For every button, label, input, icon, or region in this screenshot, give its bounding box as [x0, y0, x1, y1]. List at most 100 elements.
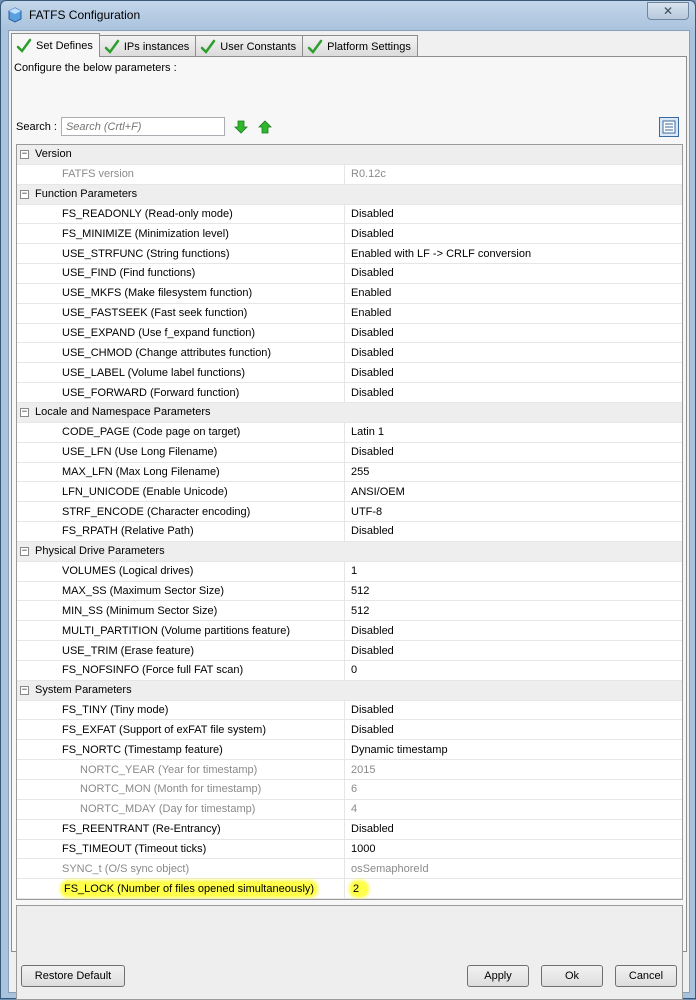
parameter-value[interactable]: 512: [344, 581, 369, 601]
parameter-row[interactable]: USE_FASTSEEK (Fast seek function) Enabled: [17, 303, 682, 324]
parameter-value[interactable]: Disabled: [344, 621, 394, 641]
collapse-icon[interactable]: −: [20, 546, 29, 556]
parameter-name-text: FS_EXFAT (Support of exFAT file system): [62, 723, 266, 736]
parameter-row[interactable]: NORTC_MON (Month for timestamp) 6: [17, 780, 682, 800]
parameter-value[interactable]: Disabled: [344, 343, 394, 363]
tab-ips-instances[interactable]: IPs instances: [98, 35, 197, 57]
parameter-row[interactable]: NORTC_YEAR (Year for timestamp) 2015: [17, 760, 682, 780]
group-row[interactable]: − System Parameters: [17, 680, 682, 701]
parameter-row[interactable]: USE_TRIM (Erase feature) Disabled: [17, 641, 682, 661]
parameter-value[interactable]: 1: [344, 561, 357, 581]
parameter-row[interactable]: USE_FORWARD (Forward function) Disabled: [17, 383, 682, 403]
parameter-row[interactable]: FS_LOCK (Number of files opened simultan…: [17, 879, 682, 899]
apply-button[interactable]: Apply: [467, 965, 529, 987]
restore-default-button[interactable]: Restore Default: [21, 965, 125, 987]
parameter-row[interactable]: FS_EXFAT (Support of exFAT file system) D…: [17, 720, 682, 741]
parameter-name: USE_FORWARD (Forward function): [62, 387, 239, 399]
parameter-value[interactable]: Dynamic timestamp: [344, 740, 448, 760]
cancel-button[interactable]: Cancel: [615, 965, 677, 987]
group-row[interactable]: − Physical Drive Parameters: [17, 541, 682, 562]
parameter-value[interactable]: Disabled: [344, 720, 394, 740]
parameter-name: USE_LABEL (Volume label functions): [62, 367, 245, 379]
parameter-row[interactable]: FS_MINIMIZE (Minimization level) Disabled: [17, 224, 682, 245]
search-input[interactable]: [60, 117, 225, 136]
parameter-value[interactable]: Disabled: [344, 323, 394, 343]
parameter-row[interactable]: NORTC_MDAY (Day for timestamp) 4: [17, 799, 682, 820]
parameter-value[interactable]: Disabled: [344, 522, 394, 541]
parameter-value[interactable]: Disabled: [344, 264, 394, 283]
parameter-row[interactable]: USE_MKFS (Make filesystem function) Enabl…: [17, 283, 682, 304]
parameter-row[interactable]: USE_STRFUNC (String functions) Enabled wi…: [17, 244, 682, 265]
parameter-value-text: Disabled: [351, 386, 394, 399]
parameter-value[interactable]: Disabled: [344, 819, 394, 839]
ok-button[interactable]: Ok: [541, 965, 603, 987]
parameter-row[interactable]: FS_NORTC (Timestamp feature) Dynamic time…: [17, 740, 682, 761]
parameter-row[interactable]: FS_REENTRANT (Re-Entrancy) Disabled: [17, 819, 682, 840]
checkmark-icon: [16, 38, 32, 53]
parameter-value-text: 2015: [351, 763, 376, 776]
parameter-value-text: Disabled: [351, 227, 394, 240]
parameter-name: FS_EXFAT (Support of exFAT file system): [62, 724, 266, 736]
parameter-value[interactable]: 2: [344, 879, 368, 899]
arrow-down-icon[interactable]: [233, 119, 249, 135]
parameter-value[interactable]: Disabled: [344, 224, 394, 244]
arrow-up-icon[interactable]: [257, 119, 273, 135]
parameter-value[interactable]: Enabled: [344, 283, 391, 303]
parameter-row[interactable]: USE_FIND (Find functions) Disabled: [17, 264, 682, 284]
parameter-row[interactable]: FS_NOFSINFO (Force full FAT scan) 0: [17, 660, 682, 681]
parameter-value[interactable]: Disabled: [344, 383, 394, 402]
collapse-icon[interactable]: −: [20, 149, 29, 159]
parameter-value[interactable]: Disabled: [344, 700, 394, 720]
parameter-value[interactable]: Disabled: [344, 442, 394, 462]
parameter-row[interactable]: USE_EXPAND (Use f_expand function) Disabl…: [17, 323, 682, 344]
parameter-row[interactable]: LFN_UNICODE (Enable Unicode) ANSI/OEM: [17, 482, 682, 503]
parameter-value[interactable]: Disabled: [344, 204, 394, 224]
parameter-row[interactable]: STRF_ENCODE (Character encoding) UTF-8: [17, 502, 682, 523]
parameter-value[interactable]: Enabled with LF -> CRLF conversion: [344, 244, 531, 264]
parameter-value-text: Disabled: [351, 644, 394, 657]
parameter-row[interactable]: MULTI_PARTITION (Volume partitions featu…: [17, 621, 682, 642]
parameter-value[interactable]: ANSI/OEM: [344, 482, 405, 502]
list-view-button[interactable]: [659, 117, 679, 137]
parameter-row[interactable]: FS_READONLY (Read-only mode) Disabled: [17, 204, 682, 225]
parameter-value[interactable]: Latin 1: [344, 422, 384, 442]
parameter-row[interactable]: MAX_LFN (Max Long Filename) 255: [17, 462, 682, 483]
parameter-row[interactable]: FATFS version R0.12c: [17, 164, 682, 185]
close-button[interactable]: ✕: [647, 2, 689, 20]
parameter-value[interactable]: 512: [344, 601, 369, 621]
tab-user-constants[interactable]: User Constants: [195, 35, 304, 57]
parameter-value: 2015: [344, 760, 375, 779]
parameter-row[interactable]: SYNC_t (O/S sync object) osSemaphoreId: [17, 859, 682, 880]
parameter-value[interactable]: 255: [344, 462, 369, 482]
group-row[interactable]: − Function Parameters: [17, 184, 682, 205]
tab-label: Platform Settings: [327, 40, 411, 53]
group-row[interactable]: − Version: [17, 145, 682, 165]
parameter-value-text: Disabled: [351, 446, 394, 459]
parameter-row[interactable]: MAX_SS (Maximum Sector Size) 512: [17, 581, 682, 602]
parameter-row[interactable]: USE_LABEL (Volume label functions) Disabl…: [17, 363, 682, 384]
parameter-value-text: Disabled: [351, 723, 394, 736]
collapse-icon[interactable]: −: [20, 685, 29, 695]
parameter-row[interactable]: USE_CHMOD (Change attributes function) Di…: [17, 343, 682, 364]
parameter-value[interactable]: Disabled: [344, 363, 394, 383]
collapse-icon[interactable]: −: [20, 189, 29, 199]
parameter-row[interactable]: FS_TIMEOUT (Timeout ticks) 1000: [17, 839, 682, 860]
parameter-name-text: FS_REENTRANT (Re-Entrancy): [62, 823, 221, 836]
parameter-value[interactable]: UTF-8: [344, 502, 382, 522]
parameter-row[interactable]: MIN_SS (Minimum Sector Size) 512: [17, 601, 682, 622]
parameter-row[interactable]: FS_RPATH (Relative Path) Disabled: [17, 522, 682, 542]
group-row[interactable]: − Locale and Namespace Parameters: [17, 402, 682, 423]
parameter-row[interactable]: FS_TINY (Tiny mode) Disabled: [17, 700, 682, 721]
parameter-row[interactable]: USE_LFN (Use Long Filename) Disabled: [17, 442, 682, 463]
parameter-value[interactable]: Disabled: [344, 641, 394, 660]
tab-platform-settings[interactable]: Platform Settings: [302, 35, 418, 57]
tab-set-defines[interactable]: Set Defines: [11, 33, 100, 57]
parameter-value[interactable]: Enabled: [344, 303, 391, 323]
close-icon: ✕: [662, 4, 674, 18]
parameter-value[interactable]: 0: [344, 660, 357, 680]
parameter-row[interactable]: CODE_PAGE (Code page on target) Latin 1: [17, 422, 682, 443]
parameter-value[interactable]: 1000: [344, 839, 375, 859]
collapse-icon[interactable]: −: [20, 407, 29, 417]
cube-icon: [7, 7, 23, 23]
parameter-row[interactable]: VOLUMES (Logical drives) 1: [17, 561, 682, 582]
